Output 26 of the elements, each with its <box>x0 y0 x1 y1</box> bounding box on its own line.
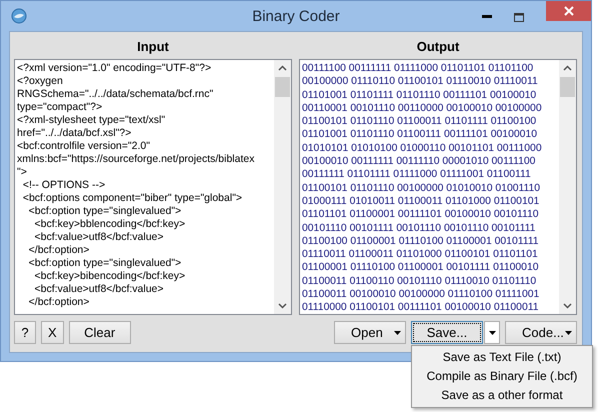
input-text-area[interactable]: <?xml version="1.0" encoding="UTF-8"?> <?oxygen RNGSchema="../../data/schemata/bcf.rnc" type="compact"?> <?xml-stylesheet type="text/xsl" href="../../data/bcf.xsl"?> <bcf:controlfile version="2.0" xmlns:bcf="https://sourceforge.net/projects/biblatex "> <!-- OPTIONS --> <bcf:options component="biber" type="global"> <bcf:option type="singlevalued"> <bcf:key>bblencoding</bcf:key> <bcf:value>utf8</bcf:value> </bcf:option> <bcf:option type="singlevalued"> <bcf:key>bibencoding</bcf:key> <bcf:value>utf8</bcf:value> </bcf:option> <box>14 59 292 315</box>
globe-icon <box>11 8 27 24</box>
scrollbar[interactable] <box>274 60 291 314</box>
caret-icon <box>394 330 401 334</box>
menu-item[interactable]: Compile as Binary File (.bcf) <box>412 367 592 386</box>
scrollbar[interactable] <box>559 60 576 314</box>
toolbar-button[interactable]: ? <box>14 321 36 344</box>
menu-item[interactable]: Save as Text File (.txt) <box>412 348 592 367</box>
output-text-area[interactable]: 00111100 00111111 01111000 01101101 01101100 00100000 01110110 01100101 01110010 01110011 01101001 01101111 01101110 00111101 00100010 00110001 00101110 00110000 00100010 00100000 01100101 01101110 01100011 01101111 01100100 01101001 01101110 01100111 00111101 00100010 01010101 01010100 01000110 00101101 00111000 00100010 00111111 00111110 00001010 00111100 00111111 01101111 01111000 01111001 01100111 01100101 01101110 00100000 01010010 01001110 01000111 01010011 01100011 01101000 01100101 01101101 01100001 00111101 00100010 00101110 00101110 00101111 00101110 00101110 00101111 01100100 01100001 01110100 01100001 00101111 01110011 01100011 01101000 01100101 01101101 01100001 01110100 01100001 00101111 01100010 01100011 01100110 00101110 01110010 01101110 01100011 00100010 00100000 01110100 01111001 01110000 01100101 00111101 00100010 01100011 <box>299 59 577 315</box>
menu-item[interactable]: Save as a other format <box>412 386 592 405</box>
pane-heading: Output <box>416 39 460 54</box>
close-button[interactable] <box>546 1 591 21</box>
dropdown-button[interactable]: Code... <box>505 321 577 344</box>
dropdown-button[interactable]: Open <box>334 321 406 344</box>
caret-icon <box>488 330 496 334</box>
toolbar-button[interactable]: X <box>41 321 64 344</box>
maximize-icon[interactable] <box>514 13 524 22</box>
pane-heading: Input <box>137 39 169 54</box>
close-icon <box>564 6 574 16</box>
toolbar-button[interactable]: Clear <box>68 321 131 344</box>
dropdown-button[interactable] <box>484 321 500 344</box>
save-button[interactable]: Save... <box>411 321 483 344</box>
window-title: Binary Coder <box>252 8 340 24</box>
caret-icon <box>565 330 572 334</box>
scrollbar-thumb[interactable] <box>560 77 575 97</box>
scrollbar-thumb[interactable] <box>275 77 290 97</box>
